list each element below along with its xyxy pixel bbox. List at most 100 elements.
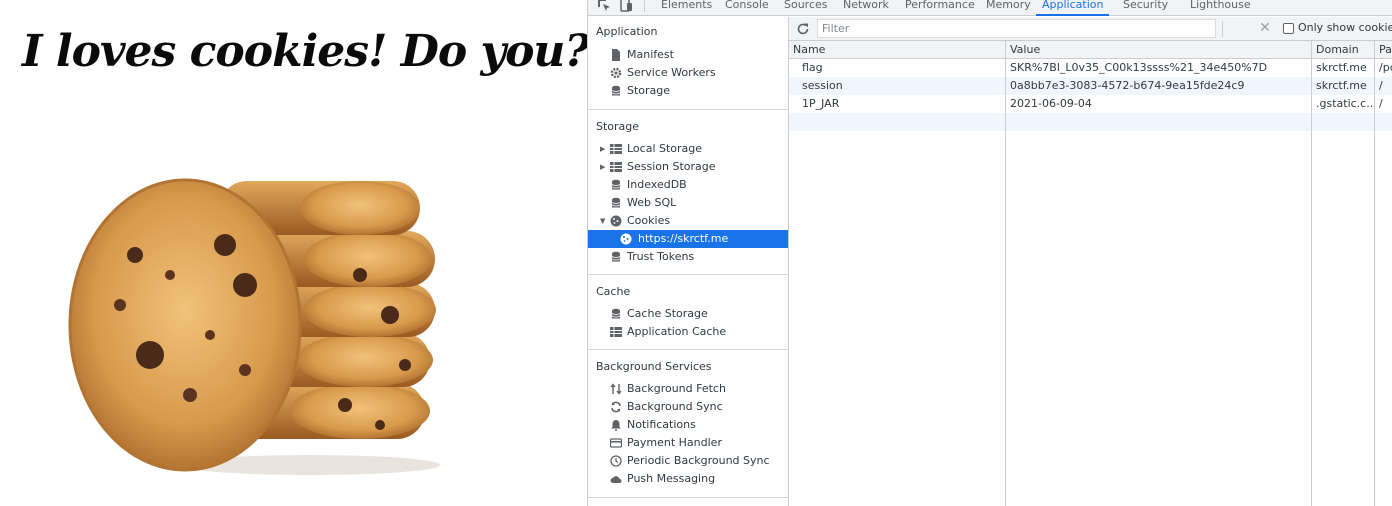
- table-row[interactable]: session 0a8bb7e3-3083-4572-b674-9ea15fde…: [789, 77, 1392, 95]
- database-icon: [611, 308, 621, 319]
- tab-sources[interactable]: Sources: [784, 0, 828, 16]
- application-sidebar: Application Manifest Service Workers Sto…: [588, 17, 789, 506]
- arrows-icon: [610, 383, 622, 395]
- tab-application[interactable]: Application: [1036, 0, 1110, 16]
- sidebar-item-storage[interactable]: Storage: [588, 82, 788, 100]
- sidebar-item-trust-tokens[interactable]: Trust Tokens: [588, 248, 788, 266]
- cookie-path: /: [1379, 97, 1383, 110]
- database-icon: [611, 251, 621, 262]
- table-row[interactable]: flag SKR%7Bl_L0v35_C00k13ssss%21_34e450%…: [789, 59, 1392, 77]
- cookie-name: flag: [802, 61, 823, 74]
- cookies-pane: ✕ Only show cookies w Name Value Domain …: [789, 17, 1392, 506]
- inspect-element-icon[interactable]: [596, 0, 612, 13]
- section-title-background-services: Background Services: [596, 360, 712, 373]
- sidebar-item-label: Manifest: [627, 48, 674, 61]
- column-header-domain[interactable]: Domain: [1316, 41, 1374, 59]
- expand-arrow-icon[interactable]: ▶: [600, 140, 605, 158]
- refresh-icon[interactable]: [796, 22, 810, 36]
- cookie-value: 0a8bb7e3-3083-4572-b674-9ea15fde24c9: [1010, 79, 1245, 92]
- devtools-tabbar: Elements Console Sources Network Perform…: [588, 0, 1392, 16]
- filter-input[interactable]: [817, 19, 1216, 38]
- grid-icon: [610, 144, 622, 154]
- sidebar-item-label: IndexedDB: [627, 178, 687, 191]
- cookie-value: SKR%7Bl_L0v35_C00k13ssss%21_34e450%7D: [1010, 61, 1268, 74]
- page-heading: I loves cookies! Do you?: [22, 26, 590, 77]
- grid-icon: [610, 162, 622, 172]
- tab-memory[interactable]: Memory: [986, 0, 1031, 16]
- tab-performance[interactable]: Performance: [905, 0, 975, 16]
- column-divider[interactable]: [1374, 41, 1375, 506]
- column-divider[interactable]: [1005, 41, 1006, 506]
- cookie-domain: .gstatic.c...: [1316, 97, 1374, 110]
- sidebar-item-session-storage[interactable]: ▶ Session Storage: [588, 158, 788, 176]
- sidebar-item-label: Background Sync: [627, 400, 723, 413]
- cookie-domain: skrctf.me: [1316, 79, 1367, 92]
- sidebar-item-label: Background Fetch: [627, 382, 726, 395]
- sidebar-item-label: Payment Handler: [627, 436, 722, 449]
- column-header-name[interactable]: Name: [793, 41, 1003, 59]
- section-divider: [588, 109, 788, 110]
- device-toolbar-icon[interactable]: [618, 0, 634, 13]
- tab-security[interactable]: Security: [1123, 0, 1168, 16]
- sidebar-item-application-cache[interactable]: Application Cache: [588, 323, 788, 341]
- cookie-name: session: [802, 79, 843, 92]
- sidebar-item-label: Web SQL: [627, 196, 677, 209]
- sidebar-item-cookies[interactable]: ▼ Cookies: [588, 212, 788, 230]
- section-divider: [588, 349, 788, 350]
- database-icon: [611, 85, 621, 96]
- sidebar-item-label: https://skrctf.me: [638, 232, 729, 245]
- sidebar-item-label: Session Storage: [627, 160, 716, 173]
- column-header-value[interactable]: Value: [1010, 41, 1310, 59]
- collapse-arrow-icon[interactable]: ▼: [600, 212, 605, 230]
- sidebar-item-label: Notifications: [627, 418, 696, 431]
- sidebar-item-label: Cache Storage: [627, 307, 708, 320]
- sidebar-item-push-messaging[interactable]: Push Messaging: [588, 470, 788, 488]
- tab-console[interactable]: Console: [725, 0, 769, 16]
- devtools-panel: Elements Console Sources Network Perform…: [587, 0, 1392, 506]
- sidebar-item-web-sql[interactable]: Web SQL: [588, 194, 788, 212]
- tab-elements[interactable]: Elements: [661, 0, 712, 16]
- cookie-path: /pc: [1379, 61, 1392, 74]
- tab-network[interactable]: Network: [843, 0, 889, 16]
- grid-icon: [610, 327, 622, 337]
- sidebar-item-label: Application Cache: [627, 325, 727, 338]
- sidebar-item-label: Cookies: [627, 214, 671, 227]
- sidebar-item-background-fetch[interactable]: Background Fetch: [588, 380, 788, 398]
- sidebar-item-payment-handler[interactable]: Payment Handler: [588, 434, 788, 452]
- sidebar-item-cookie-origin[interactable]: https://skrctf.me: [588, 230, 788, 248]
- toolbar-divider: [644, 0, 645, 12]
- sidebar-item-cache-storage[interactable]: Cache Storage: [588, 305, 788, 323]
- sidebar-item-notifications[interactable]: Notifications: [588, 416, 788, 434]
- only-issues-label: Only show cookies w: [1298, 21, 1392, 34]
- cookie-stack-image: [68, 178, 440, 475]
- sidebar-item-label: Local Storage: [627, 142, 703, 155]
- section-title-cache: Cache: [596, 285, 631, 298]
- cloud-icon: [610, 476, 622, 483]
- cookie-path: /: [1379, 79, 1383, 92]
- expand-arrow-icon[interactable]: ▶: [600, 158, 605, 176]
- database-icon: [611, 197, 621, 208]
- sidebar-item-label: Push Messaging: [627, 472, 716, 485]
- tab-lighthouse[interactable]: Lighthouse: [1190, 0, 1251, 16]
- sidebar-item-label: Storage: [627, 84, 671, 97]
- table-row[interactable]: 1P_JAR 2021-06-09-04 .gstatic.c... /: [789, 95, 1392, 113]
- clear-all-icon[interactable]: ✕: [1258, 21, 1272, 35]
- column-divider[interactable]: [1311, 41, 1312, 506]
- cookie-icon: [610, 215, 622, 227]
- card-icon: [610, 438, 622, 448]
- column-header-path[interactable]: Pat: [1379, 41, 1392, 59]
- sidebar-item-periodic-background-sync[interactable]: Periodic Background Sync: [588, 452, 788, 470]
- cookies-table: Name Value Domain Pat flag SKR%7Bl_L0v35…: [789, 41, 1392, 506]
- table-row-empty: [789, 113, 1392, 131]
- only-issues-checkbox[interactable]: [1283, 23, 1294, 34]
- sidebar-item-service-workers[interactable]: Service Workers: [588, 64, 788, 82]
- sidebar-item-indexeddb[interactable]: IndexedDB: [588, 176, 788, 194]
- section-title-storage: Storage: [596, 120, 640, 133]
- sidebar-item-manifest[interactable]: Manifest: [588, 46, 788, 64]
- sidebar-item-background-sync[interactable]: Background Sync: [588, 398, 788, 416]
- bell-icon: [611, 420, 621, 431]
- section-divider: [588, 497, 788, 498]
- sidebar-item-local-storage[interactable]: ▶ Local Storage: [588, 140, 788, 158]
- cookie-value: 2021-06-09-04: [1010, 97, 1092, 110]
- cookie-domain: skrctf.me: [1316, 61, 1367, 74]
